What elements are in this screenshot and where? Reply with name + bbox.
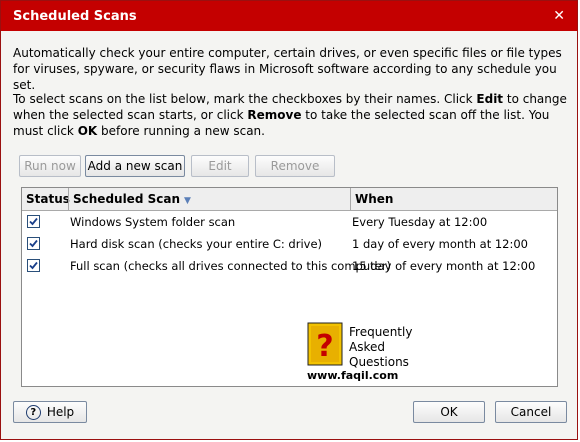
remove-button[interactable]: Remove <box>255 155 335 177</box>
scheduled-scans-list: Status Scheduled Scan ▼ When Windows Syst… <box>21 187 558 387</box>
column-header-scheduled-scan[interactable]: Scheduled Scan ▼ <box>68 188 350 210</box>
window-title: Scheduled Scans <box>13 8 137 24</box>
checkmark-icon <box>29 261 38 270</box>
faq-line: Questions <box>349 355 409 369</box>
faq-text: Frequently Asked Questions <box>349 325 412 370</box>
remove-label: Remove <box>270 159 320 173</box>
instructions-text: To select scans on the list below, mark … <box>13 92 477 106</box>
status-checkbox[interactable] <box>27 215 40 228</box>
ok-button[interactable]: OK <box>413 401 485 423</box>
checkmark-icon <box>29 239 38 248</box>
cancel-label: Cancel <box>510 405 552 419</box>
status-checkbox[interactable] <box>27 237 40 250</box>
scheduled-scans-dialog: Scheduled Scans ✕ Automatically check yo… <box>0 0 578 440</box>
faq-url: www.faqil.com <box>307 369 399 382</box>
scan-when: 1 day of every month at 12:00 <box>352 237 528 251</box>
scan-name: Hard disk scan (checks your entire C: dr… <box>70 237 323 251</box>
scan-when: 15 day of every month at 12:00 <box>352 259 536 273</box>
table-row[interactable]: Full scan (checks all drives connected t… <box>22 255 557 277</box>
run-now-label: Run now <box>24 159 76 173</box>
instructions-text: before running a new scan. <box>97 124 265 138</box>
scan-when: Every Tuesday at 12:00 <box>352 215 488 229</box>
svg-text:?: ? <box>316 329 333 364</box>
cancel-button[interactable]: Cancel <box>495 401 567 423</box>
instructions-paragraph: To select scans on the list below, mark … <box>13 91 569 139</box>
scan-name: Full scan (checks all drives connected t… <box>70 259 391 273</box>
ok-label: OK <box>440 405 458 419</box>
column-header-when[interactable]: When <box>350 188 558 210</box>
question-mark-logo-icon: ? <box>307 322 343 366</box>
close-icon[interactable]: ✕ <box>553 8 565 24</box>
add-new-scan-label: Add a new scan <box>87 159 183 173</box>
intro-paragraph: Automatically check your entire computer… <box>13 46 562 92</box>
help-icon: ? <box>25 404 41 420</box>
column-scheduled-scan-label: Scheduled Scan <box>73 192 180 206</box>
scan-name: Windows System folder scan <box>70 215 236 229</box>
checkmark-icon <box>29 217 38 226</box>
sort-descending-icon: ▼ <box>184 196 191 206</box>
column-when-label: When <box>355 192 394 206</box>
help-button[interactable]: ? Help <box>13 401 87 423</box>
faq-line: Asked <box>349 340 385 354</box>
instructions-ok-keyword: OK <box>77 124 98 138</box>
edit-label: Edit <box>208 159 232 173</box>
help-label: Help <box>46 405 75 419</box>
column-header-status[interactable]: Status <box>22 188 70 210</box>
run-now-button[interactable]: Run now <box>19 155 81 177</box>
instructions-edit-keyword: Edit <box>476 92 504 106</box>
faq-line: Frequently <box>349 325 413 339</box>
dialog-body: Automatically check your entire computer… <box>1 31 577 439</box>
list-header: Status Scheduled Scan ▼ When <box>22 188 557 211</box>
table-row[interactable]: Hard disk scan (checks your entire C: dr… <box>22 233 557 255</box>
edit-button[interactable]: Edit <box>191 155 249 177</box>
instructions-remove-keyword: Remove <box>247 108 302 122</box>
status-checkbox[interactable] <box>27 259 40 272</box>
title-bar: Scheduled Scans ✕ <box>1 1 577 31</box>
column-status-label: Status <box>26 192 70 206</box>
faq-watermark: ? Frequently Asked Questions www.faqil.c… <box>307 322 417 386</box>
add-new-scan-button[interactable]: Add a new scan <box>85 155 185 177</box>
table-row[interactable]: Windows System folder scan Every Tuesday… <box>22 211 557 233</box>
